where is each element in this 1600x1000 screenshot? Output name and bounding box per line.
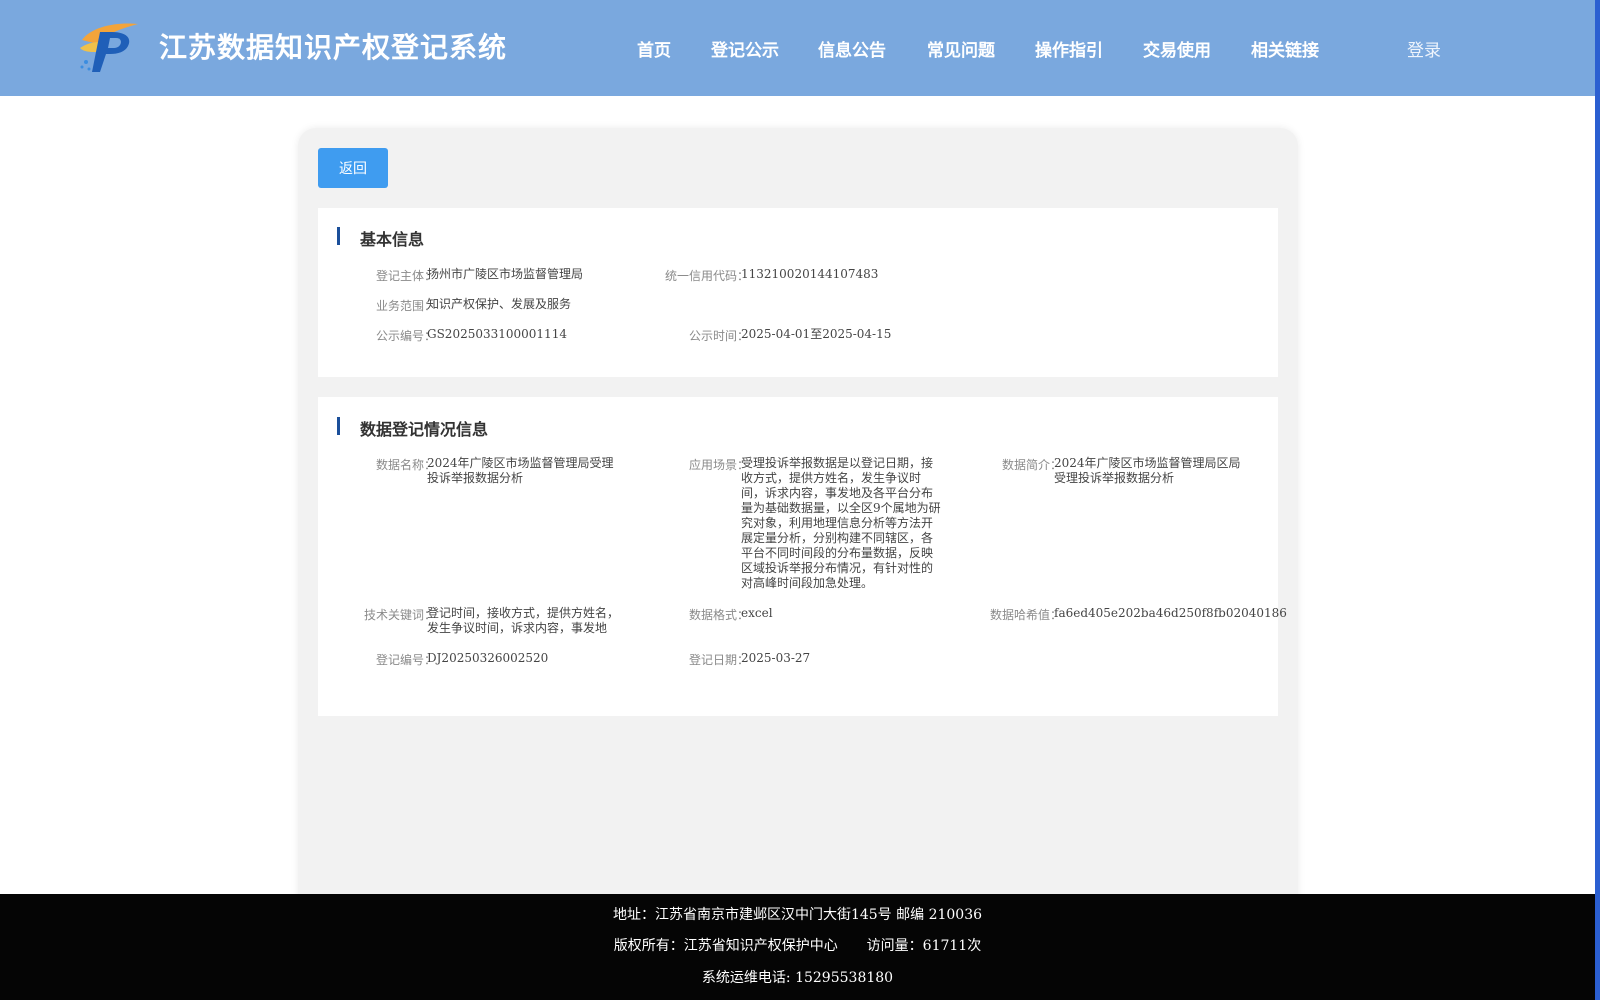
nav-home[interactable]: 首页 (637, 36, 671, 61)
registration-date-value: 2025-03-27 (741, 651, 811, 665)
ip-logo-icon (80, 23, 138, 72)
back-button[interactable]: 返回 (318, 148, 388, 188)
scene-label: 应用场景： (688, 458, 749, 472)
basic-info-title: 基本信息 (360, 230, 425, 249)
footer-visits: 访问量：61711次 (866, 938, 982, 954)
footer-address: 地址：江苏省南京市建邺区汉中门大街145号 邮编 210036 (612, 907, 983, 923)
login-link[interactable]: 登录 (1407, 36, 1441, 61)
nav-info-announcement[interactable]: 信息公告 (818, 36, 886, 61)
format-value: excel (741, 606, 773, 620)
scope-value: 知识产权保护、发展及服务 (427, 297, 572, 311)
notice-time-label: 公示时间： (688, 329, 749, 343)
nav-faq[interactable]: 常见问题 (927, 36, 995, 61)
format-label: 数据格式： (688, 608, 749, 622)
section-marker (337, 227, 340, 245)
notice-number-value: GS2025033100001114 (427, 327, 567, 341)
footer-copyright: 版权所有：江苏省知识产权保护中心 (613, 938, 838, 954)
hash-label: 数据哈希值： (989, 608, 1062, 622)
registration-date-label: 登记日期： (688, 653, 749, 667)
notice-time-value: 2025-04-01至2025-04-15 (741, 327, 892, 341)
basic-info-panel: 基本信息 登记主体： 扬州市广陵区市场监督管理局 统一信用代码： 1132100… (318, 208, 1278, 377)
subject-value: 扬州市广陵区市场监督管理局 (427, 267, 584, 281)
hash-value: fa6ed405e202ba46d250f8fb02040186 (1054, 606, 1287, 620)
intro-label: 数据简介： (1001, 458, 1062, 472)
nav-registration-notice[interactable]: 登记公示 (711, 36, 779, 61)
footer-phone: 系统运维电话: 15295538180 (701, 970, 894, 986)
section-marker (337, 417, 340, 435)
nav-related-links[interactable]: 相关链接 (1251, 36, 1319, 61)
data-name-value: 2024年广陵区市场监督管理局受理投诉举报数据分析 (427, 456, 614, 485)
scene-value: 受理投诉举报数据是以登记日期，接收方式，提供方姓名，发生争议时间，诉求内容，事发… (741, 456, 941, 590)
page-scrollbar[interactable] (1595, 0, 1600, 1000)
nav-operation-guide[interactable]: 操作指引 (1035, 36, 1103, 61)
keywords-label: 技术关键词： (363, 608, 436, 622)
site-title: 江苏数据知识产权登记系统 (159, 31, 508, 64)
keywords-value: 登记时间，接收方式，提供方姓名，发生争议时间，诉求内容，事发地 (427, 606, 620, 635)
credit-code-label: 统一信用代码： (664, 269, 749, 283)
registration-number-value: DJ20250326002520 (427, 651, 549, 665)
data-registration-panel: 数据登记情况信息 数据名称： 2024年广陵区市场监督管理局受理投诉举报数据分析… (318, 397, 1287, 716)
site-footer: 地址：江苏省南京市建邺区汉中门大街145号 邮编 210036 版权所有：江苏省… (0, 894, 1595, 1000)
data-registration-title: 数据登记情况信息 (360, 420, 489, 439)
intro-value: 2024年广陵区市场监督管理局区局受理投诉举报数据分析 (1054, 456, 1241, 485)
site-header: 江苏数据知识产权登记系统 首页 登记公示 信息公告 常见问题 操作指引 交易使用… (0, 0, 1595, 96)
credit-code-value: 113210020144107483 (741, 267, 879, 281)
footer-copyright-row: 版权所有：江苏省知识产权保护中心 访问量：61711次 (0, 935, 1595, 955)
nav-trade-use[interactable]: 交易使用 (1143, 36, 1211, 61)
